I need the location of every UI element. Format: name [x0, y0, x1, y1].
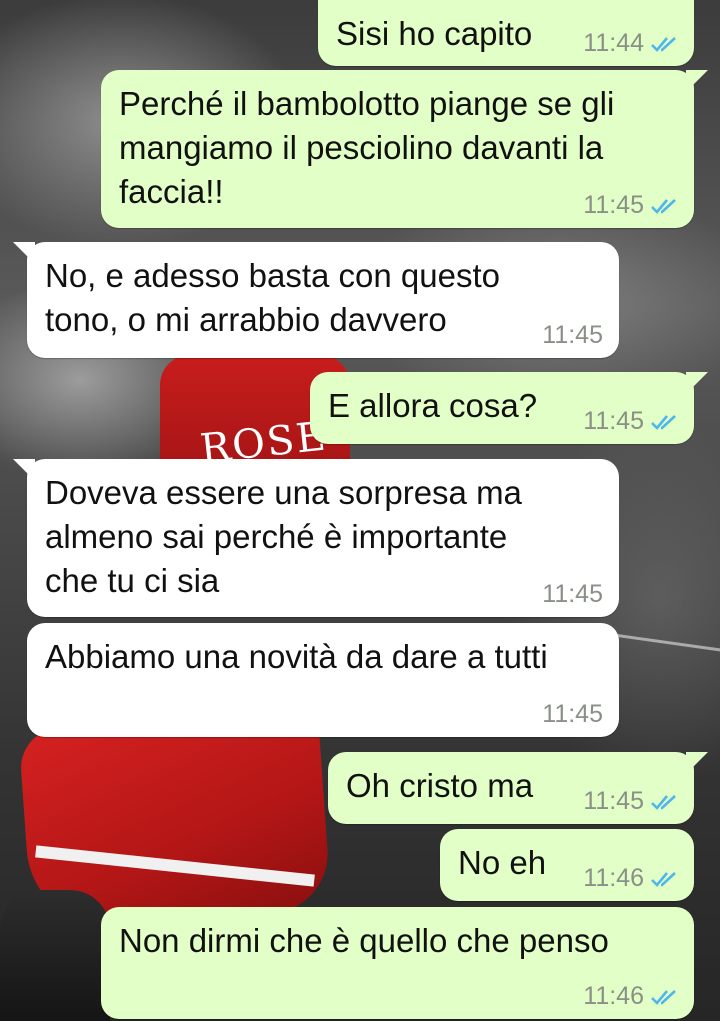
- message-time: 11:46: [583, 982, 644, 1010]
- message-bubble-outgoing[interactable]: Sisi ho capito 11:44: [318, 0, 694, 66]
- message-meta: 11:44: [583, 31, 678, 56]
- message-time: 11:46: [583, 864, 644, 892]
- message-meta: 11:45: [542, 323, 603, 348]
- message-bubble-outgoing[interactable]: No eh 11:46: [440, 829, 694, 901]
- bubble-tail: [686, 752, 708, 774]
- message-text: Non dirmi che è quello che penso: [119, 922, 609, 959]
- message-meta: 11:45: [542, 702, 603, 727]
- message-bubble-outgoing[interactable]: E allora cosa? 11:45: [310, 372, 708, 444]
- bubble-tail: [686, 372, 708, 394]
- double-check-icon: [651, 794, 676, 810]
- message-meta: 11:46: [583, 984, 678, 1009]
- bubble-tail: [13, 459, 35, 481]
- bubble-tail: [13, 242, 35, 264]
- message-meta: 11:45: [583, 789, 678, 814]
- message-time: 11:45: [583, 191, 644, 219]
- message-meta: 11:45: [583, 409, 678, 434]
- message-meta: 11:45: [542, 582, 603, 607]
- message-bubble-outgoing[interactable]: Oh cristo ma 11:45: [328, 752, 708, 824]
- message-time: 11:45: [542, 700, 603, 728]
- message-text: Abbiamo una novità da dare a tutti: [45, 638, 548, 675]
- message-bubble-outgoing[interactable]: Non dirmi che è quello che penso 11:46: [101, 907, 694, 1019]
- message-bubble-outgoing[interactable]: Perché il bambolotto piange se gli mangi…: [101, 70, 708, 228]
- message-time: 11:45: [583, 787, 644, 815]
- message-text: No, e adesso basta con questo tono, o mi…: [45, 257, 500, 338]
- message-bubble-incoming[interactable]: Doveva essere una sorpresa ma almeno sai…: [13, 459, 619, 617]
- message-meta: 11:45: [583, 193, 678, 218]
- message-time: 11:45: [542, 321, 603, 349]
- double-check-icon: [651, 871, 676, 887]
- message-time: 11:45: [542, 580, 603, 608]
- double-check-icon: [651, 36, 676, 52]
- message-meta: 11:46: [583, 866, 678, 891]
- double-check-icon: [651, 989, 676, 1005]
- message-bubble-incoming[interactable]: No, e adesso basta con questo tono, o mi…: [13, 242, 619, 358]
- message-list: Sisi ho capito 11:44 Perché il bambolott…: [0, 0, 720, 1021]
- message-time: 11:45: [583, 407, 644, 435]
- bubble-tail: [686, 70, 708, 92]
- message-time: 11:44: [583, 29, 644, 57]
- double-check-icon: [651, 414, 676, 430]
- message-bubble-incoming[interactable]: Abbiamo una novità da dare a tutti 11:45: [27, 623, 619, 737]
- double-check-icon: [651, 198, 676, 214]
- message-text: Doveva essere una sorpresa ma almeno sai…: [45, 474, 522, 599]
